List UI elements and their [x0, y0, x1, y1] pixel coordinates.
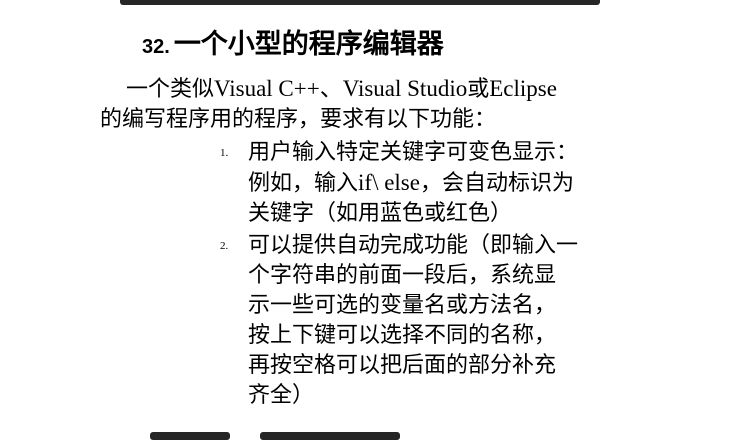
item1-line1: 用户输入特定关键字可变色显示： [248, 140, 579, 165]
feature-list: 1. 用户输入特定关键字可变色显示： 例如，输入if\ else，会自动标识为 … [220, 138, 640, 413]
intro-paragraph: 一个类似Visual C++、Visual Studio或Eclipse 的编写… [100, 74, 645, 135]
item2-line5: 再按空格可以把后面的部分补充 [248, 353, 557, 378]
item2-line4: 按上下键可以选择不同的名称， [248, 323, 557, 348]
intro-text-d: Eclipse [489, 76, 557, 101]
list-item: 1. 用户输入特定关键字可变色显示： 例如，输入if\ else，会自动标识为 … [220, 138, 640, 229]
slide-title: 32. 一个小型的程序编辑器 [142, 22, 444, 61]
item1-line2-c: ，会自动标识为 [419, 171, 574, 196]
item2-line1: 可以提供自动完成功能（即输入一 [248, 233, 579, 258]
intro-line-1: 一个类似Visual C++、Visual Studio或Eclipse [100, 74, 645, 105]
intro-text-a: 一个类似 [126, 77, 215, 102]
cropped-text-bottom [150, 432, 230, 440]
list-marker: 1. [220, 147, 229, 159]
intro-text-b: Visual C++、Visual Studio [214, 76, 468, 101]
intro-line-2: 的编写程序用的程序，要求有以下功能： [100, 107, 497, 132]
title-number: 32. [142, 36, 170, 58]
item2-line6: 齐全） [248, 383, 315, 408]
item2-line2: 个字符串的前面一段后，系统显 [248, 263, 557, 288]
cropped-text-top [120, 0, 600, 5]
item2-line3: 示一些可选的变量名或方法名， [248, 293, 557, 318]
intro-text-c: 或 [467, 77, 490, 102]
title-text: 一个小型的程序编辑器 [173, 29, 444, 60]
cropped-text-bottom-2 [260, 432, 400, 440]
item1-line3: 关键字（如用蓝色或红色） [248, 201, 513, 226]
item1-line2-a: 例如，输入 [248, 171, 359, 196]
item1-line2-b: if\ else [358, 170, 420, 195]
list-marker: 2. [220, 240, 229, 252]
item1-line2: 例如，输入if\ else，会自动标识为 [248, 168, 640, 199]
list-item: 2. 可以提供自动完成功能（即输入一 个字符串的前面一段后，系统显 示一些可选的… [220, 231, 640, 411]
